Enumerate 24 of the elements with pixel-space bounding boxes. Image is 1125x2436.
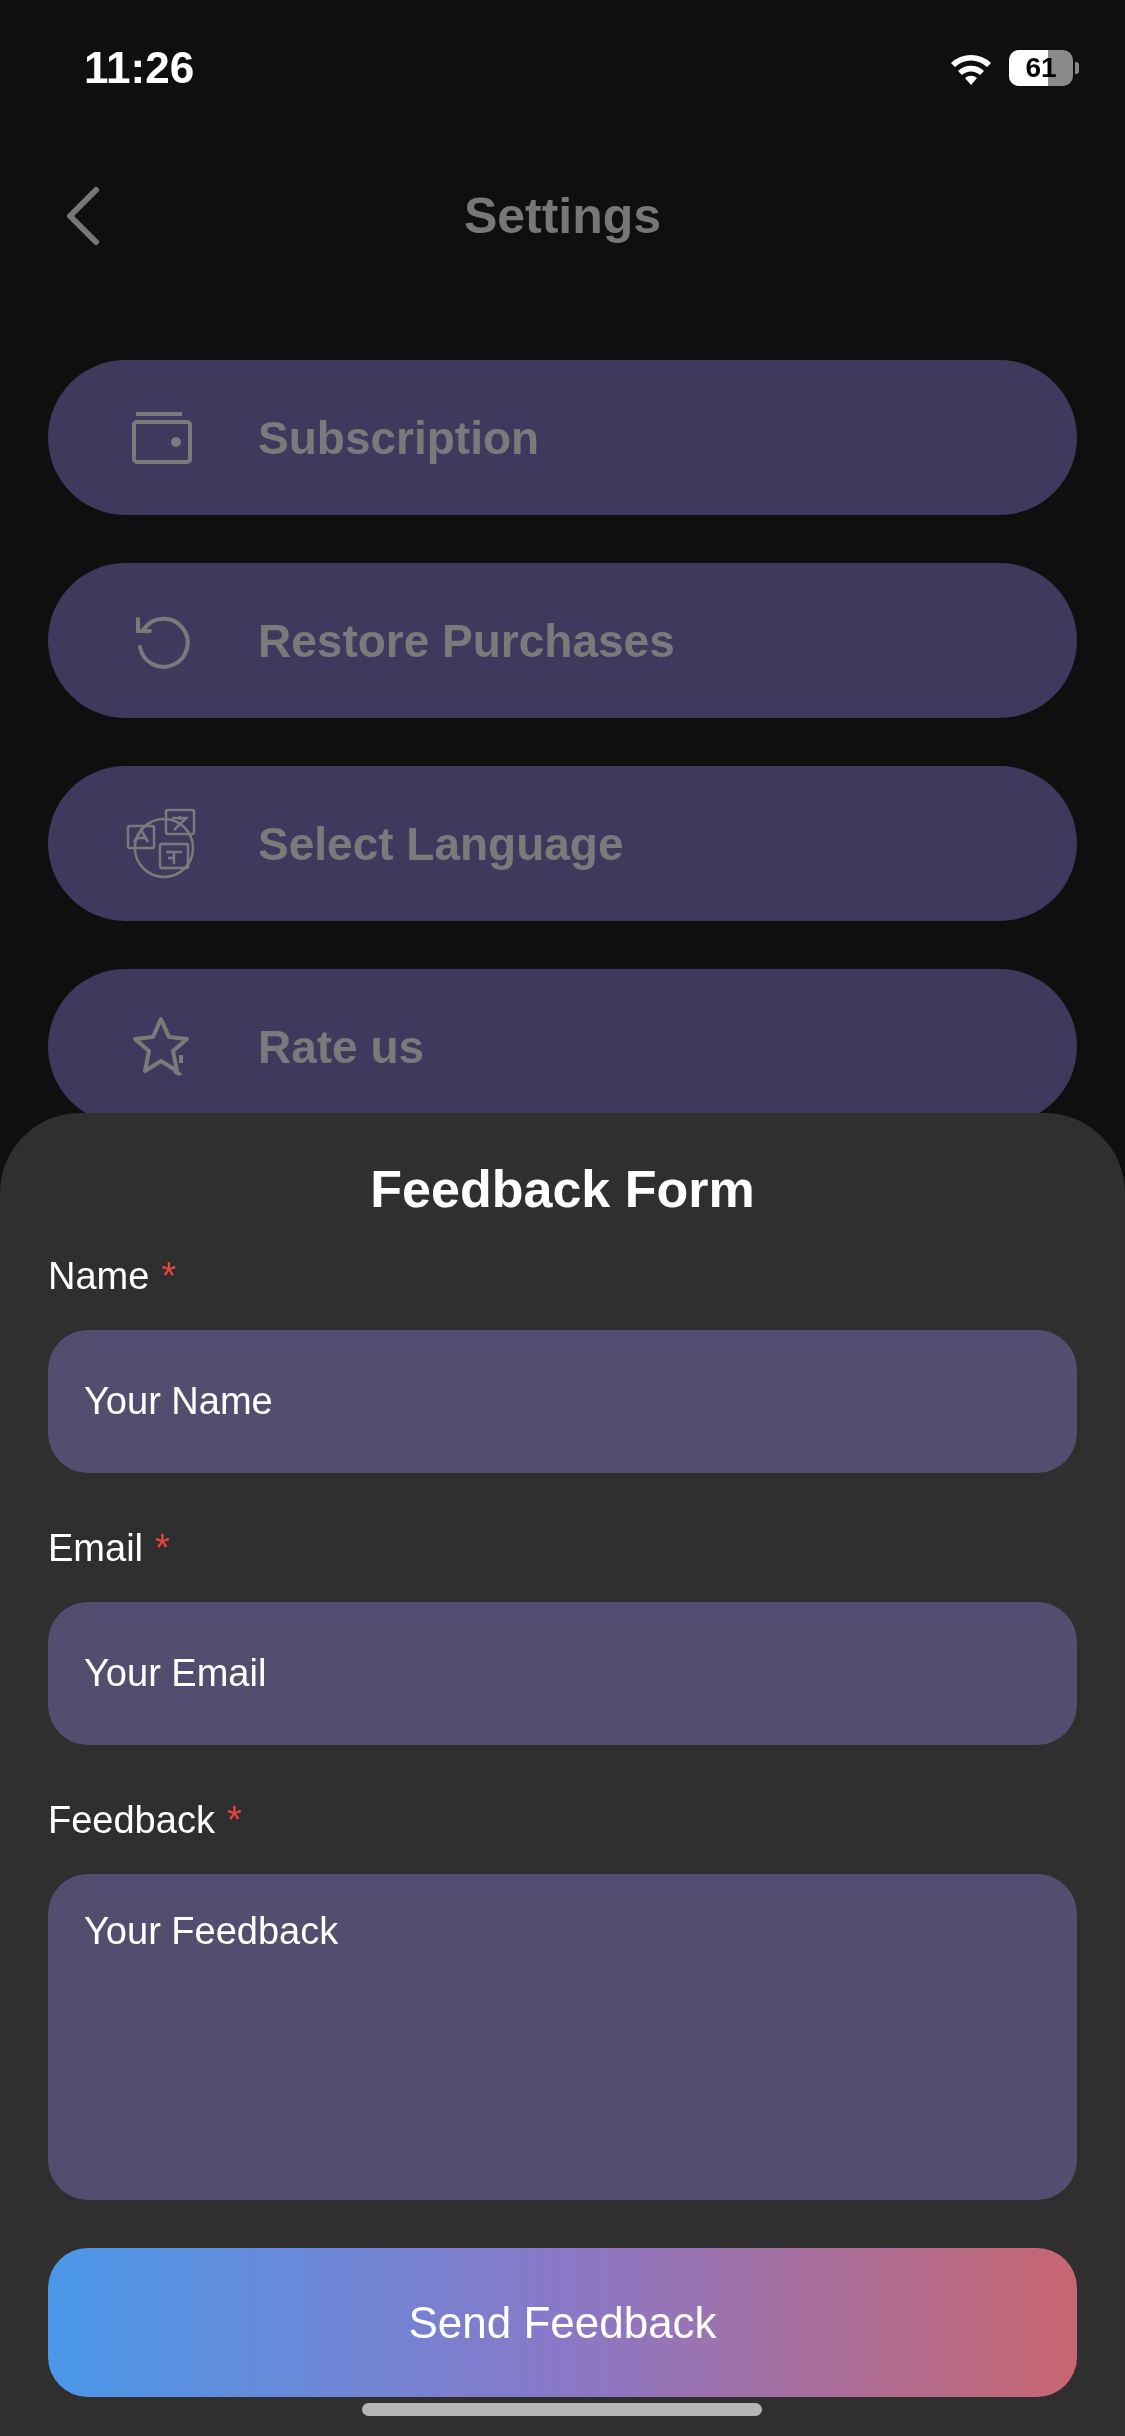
field-label: Name xyxy=(48,1255,150,1298)
required-marker: * xyxy=(155,1527,170,1570)
back-icon[interactable] xyxy=(64,186,100,246)
menu-item[interactable]: Restore Purchases xyxy=(48,563,1077,718)
menu-item-label: Select Language xyxy=(258,816,624,871)
menu-item[interactable]: Subscription xyxy=(48,360,1077,515)
sheet-title: Feedback Form xyxy=(369,1159,756,1219)
input-field[interactable]: Your Name xyxy=(48,1330,1077,1473)
wallet-icon xyxy=(130,409,194,466)
text-area[interactable]: Your Feedback xyxy=(48,1874,1077,2200)
menu-item-label: Subscription xyxy=(258,410,540,465)
clock-time: 11:26 xyxy=(84,43,195,93)
required-marker: * xyxy=(226,1799,242,1842)
menu-item-label: Restore Purchases xyxy=(258,613,675,668)
input-field[interactable]: Your Email xyxy=(48,1602,1077,1745)
field-label: Feedback xyxy=(48,1799,215,1842)
screen-title: Settings xyxy=(463,187,662,245)
field-label: Email xyxy=(48,1527,144,1570)
send-button[interactable]: Send Feedback xyxy=(48,2248,1077,2397)
language-icon xyxy=(126,807,198,880)
required-marker: * xyxy=(161,1255,177,1298)
menu-item-label: Rate us xyxy=(258,1019,425,1074)
battery-icon: 61 xyxy=(1009,50,1073,86)
menu-item[interactable]: Select Language xyxy=(48,766,1077,921)
